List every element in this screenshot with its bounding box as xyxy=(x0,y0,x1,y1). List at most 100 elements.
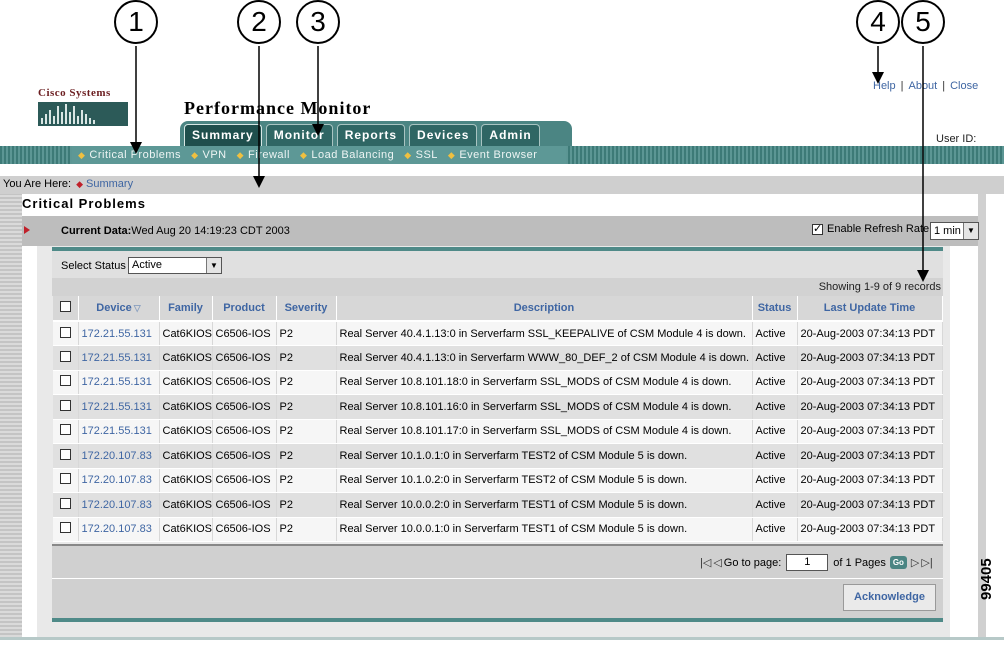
row-checkbox[interactable] xyxy=(59,424,71,436)
subnav-item-load-balancing[interactable]: ◆ Load Balancing xyxy=(300,149,394,161)
cell-last-update-time: 20-Aug-2003 07:34:13 PDT xyxy=(797,321,943,346)
subnav-label: Load Balancing xyxy=(311,149,395,161)
cell-severity: P2 xyxy=(276,443,337,469)
tab-monitor[interactable]: Monitor xyxy=(265,124,333,146)
column-header-device[interactable]: Device ▽ xyxy=(78,296,160,322)
chevron-down-icon[interactable]: ▼ xyxy=(963,223,978,239)
cell-product: C6506-IOS xyxy=(212,394,277,420)
column-header-family[interactable]: Family xyxy=(159,296,213,322)
cell-severity: P2 xyxy=(276,492,337,518)
first-page-icon[interactable]: |◁ xyxy=(700,556,711,569)
cell-description: Real Server 10.8.101.17:0 in Serverfarm … xyxy=(336,419,753,444)
page-number-input[interactable]: 1 xyxy=(786,554,829,571)
table-row[interactable]: 172.21.55.131 Cat6KIOS C6506-IOS P2 Real Ser… xyxy=(53,321,943,346)
subnav-item-vpn[interactable]: ◆ VPN xyxy=(191,149,227,161)
refresh-toggle[interactable]: Enable Refresh Rate xyxy=(812,222,930,235)
table-row[interactable]: 172.20.107.83 Cat6KIOS C6506-IOS P2 Real Ser… xyxy=(53,443,943,469)
refresh-rate-select[interactable]: 1 min ▼ xyxy=(930,222,979,240)
device-link[interactable]: 172.20.107.83 xyxy=(82,474,152,486)
subnav-item-critical-problems[interactable]: ◆ Critical Problems xyxy=(78,149,181,161)
acknowledge-button[interactable]: Acknowledge xyxy=(843,584,936,611)
tab-admin[interactable]: Admin xyxy=(481,124,540,146)
bottom-bar xyxy=(0,637,1004,640)
cell-severity: P2 xyxy=(276,345,337,371)
device-link[interactable]: 172.21.55.131 xyxy=(82,328,152,340)
row-checkbox[interactable] xyxy=(59,497,71,509)
help-link[interactable]: Help xyxy=(873,80,896,92)
cell-description: Real Server 10.1.0.2:0 in Serverfarm TES… xyxy=(336,468,753,493)
table-header-row: Device ▽ Family Product Severity Descript… xyxy=(53,296,943,322)
cell-status: Active xyxy=(752,394,798,420)
subnav-item-event-browser[interactable]: ◆ Event Browser xyxy=(448,149,537,161)
device-link[interactable]: 172.20.107.83 xyxy=(82,499,152,511)
page-title: Critical Problems xyxy=(22,196,146,211)
row-checkbox[interactable] xyxy=(59,399,71,411)
refresh-checkbox[interactable] xyxy=(812,222,823,235)
cell-severity: P2 xyxy=(276,419,337,444)
table-row[interactable]: 172.21.55.131 Cat6KIOS C6506-IOS P2 Real Ser… xyxy=(53,419,943,444)
go-button[interactable]: Go xyxy=(889,556,907,569)
device-link[interactable]: 172.21.55.131 xyxy=(82,352,152,364)
row-checkbox[interactable] xyxy=(59,375,71,387)
row-checkbox[interactable] xyxy=(59,473,71,485)
cell-device: 172.21.55.131 xyxy=(78,394,160,420)
column-header-last-update-time[interactable]: Last Update Time xyxy=(797,296,943,322)
table-row[interactable]: 172.20.107.83 Cat6KIOS C6506-IOS P2 Real Ser… xyxy=(53,468,943,493)
cell-device: 172.21.55.131 xyxy=(78,419,160,444)
device-link[interactable]: 172.21.55.131 xyxy=(82,425,152,437)
cell-description: Real Server 10.0.0.1:0 in Serverfarm TES… xyxy=(336,517,753,542)
last-page-icon[interactable]: ▷| xyxy=(921,556,932,569)
cell-device: 172.20.107.83 xyxy=(78,443,160,469)
table-row[interactable]: 172.21.55.131 Cat6KIOS C6506-IOS P2 Real Ser… xyxy=(53,345,943,371)
callout-2: 2 xyxy=(237,0,281,44)
select-all-checkbox[interactable] xyxy=(59,301,71,312)
column-header-status[interactable]: Status xyxy=(752,296,798,322)
row-checkbox[interactable] xyxy=(59,448,71,460)
device-link[interactable]: 172.20.107.83 xyxy=(82,523,152,535)
column-header-product[interactable]: Product xyxy=(212,296,277,322)
cell-severity: P2 xyxy=(276,394,337,420)
column-header-severity[interactable]: Severity xyxy=(276,296,337,322)
prev-page-icon[interactable]: ◁ xyxy=(713,556,721,569)
current-data-value: Wed Aug 20 14:19:23 CDT 2003 xyxy=(131,225,290,237)
cell-device: 172.20.107.83 xyxy=(78,492,160,518)
breadcrumb: You Are Here: ◆ Summary xyxy=(3,178,133,190)
row-select-cell xyxy=(53,370,79,395)
table-row[interactable]: 172.21.55.131 Cat6KIOS C6506-IOS P2 Real Ser… xyxy=(53,370,943,395)
cell-description: Real Server 10.8.101.18:0 in Serverfarm … xyxy=(336,370,753,395)
column-header-description[interactable]: Description xyxy=(336,296,753,322)
close-link[interactable]: Close xyxy=(950,80,978,92)
grid-bottom-rule xyxy=(52,618,943,622)
tab-devices[interactable]: Devices xyxy=(409,124,478,146)
table-row[interactable]: 172.20.107.83 Cat6KIOS C6506-IOS P2 Real Ser… xyxy=(53,492,943,518)
device-link[interactable]: 172.20.107.83 xyxy=(82,450,152,462)
subnav-item-firewall[interactable]: ◆ Firewall xyxy=(237,149,290,161)
device-link[interactable]: 172.21.55.131 xyxy=(82,401,152,413)
column-header-label: Device xyxy=(96,302,132,314)
table-row[interactable]: 172.20.107.83 Cat6KIOS C6506-IOS P2 Real Ser… xyxy=(53,517,943,542)
about-link[interactable]: About xyxy=(908,80,937,92)
row-checkbox[interactable] xyxy=(59,522,71,534)
next-page-icon[interactable]: ▷ xyxy=(911,556,919,569)
tab-summary[interactable]: Summary xyxy=(184,124,262,146)
tab-reports[interactable]: Reports xyxy=(336,124,406,146)
cell-status: Active xyxy=(752,370,798,395)
row-checkbox[interactable] xyxy=(59,326,71,338)
cell-family: Cat6KIOS xyxy=(159,419,213,444)
refresh-label: Enable Refresh Rate xyxy=(827,223,930,235)
section-arrow-icon xyxy=(24,226,30,234)
cell-family: Cat6KIOS xyxy=(159,321,213,346)
sort-desc-icon[interactable]: ▽ xyxy=(134,303,141,313)
breadcrumb-band xyxy=(0,176,1004,194)
row-checkbox[interactable] xyxy=(59,350,71,362)
callout-1: 1 xyxy=(114,0,158,44)
link-separator: | xyxy=(942,80,946,92)
status-select[interactable]: Active ▼ xyxy=(128,257,222,274)
subnav-item-ssl[interactable]: ◆ SSL xyxy=(404,149,438,161)
bullet-icon: ◆ xyxy=(236,150,245,160)
chevron-down-icon[interactable]: ▼ xyxy=(206,258,221,273)
device-link[interactable]: 172.21.55.131 xyxy=(82,376,152,388)
breadcrumb-summary-link[interactable]: Summary xyxy=(86,178,133,190)
subnav-label: Critical Problems xyxy=(89,149,182,161)
table-row[interactable]: 172.21.55.131 Cat6KIOS C6506-IOS P2 Real Ser… xyxy=(53,394,943,420)
